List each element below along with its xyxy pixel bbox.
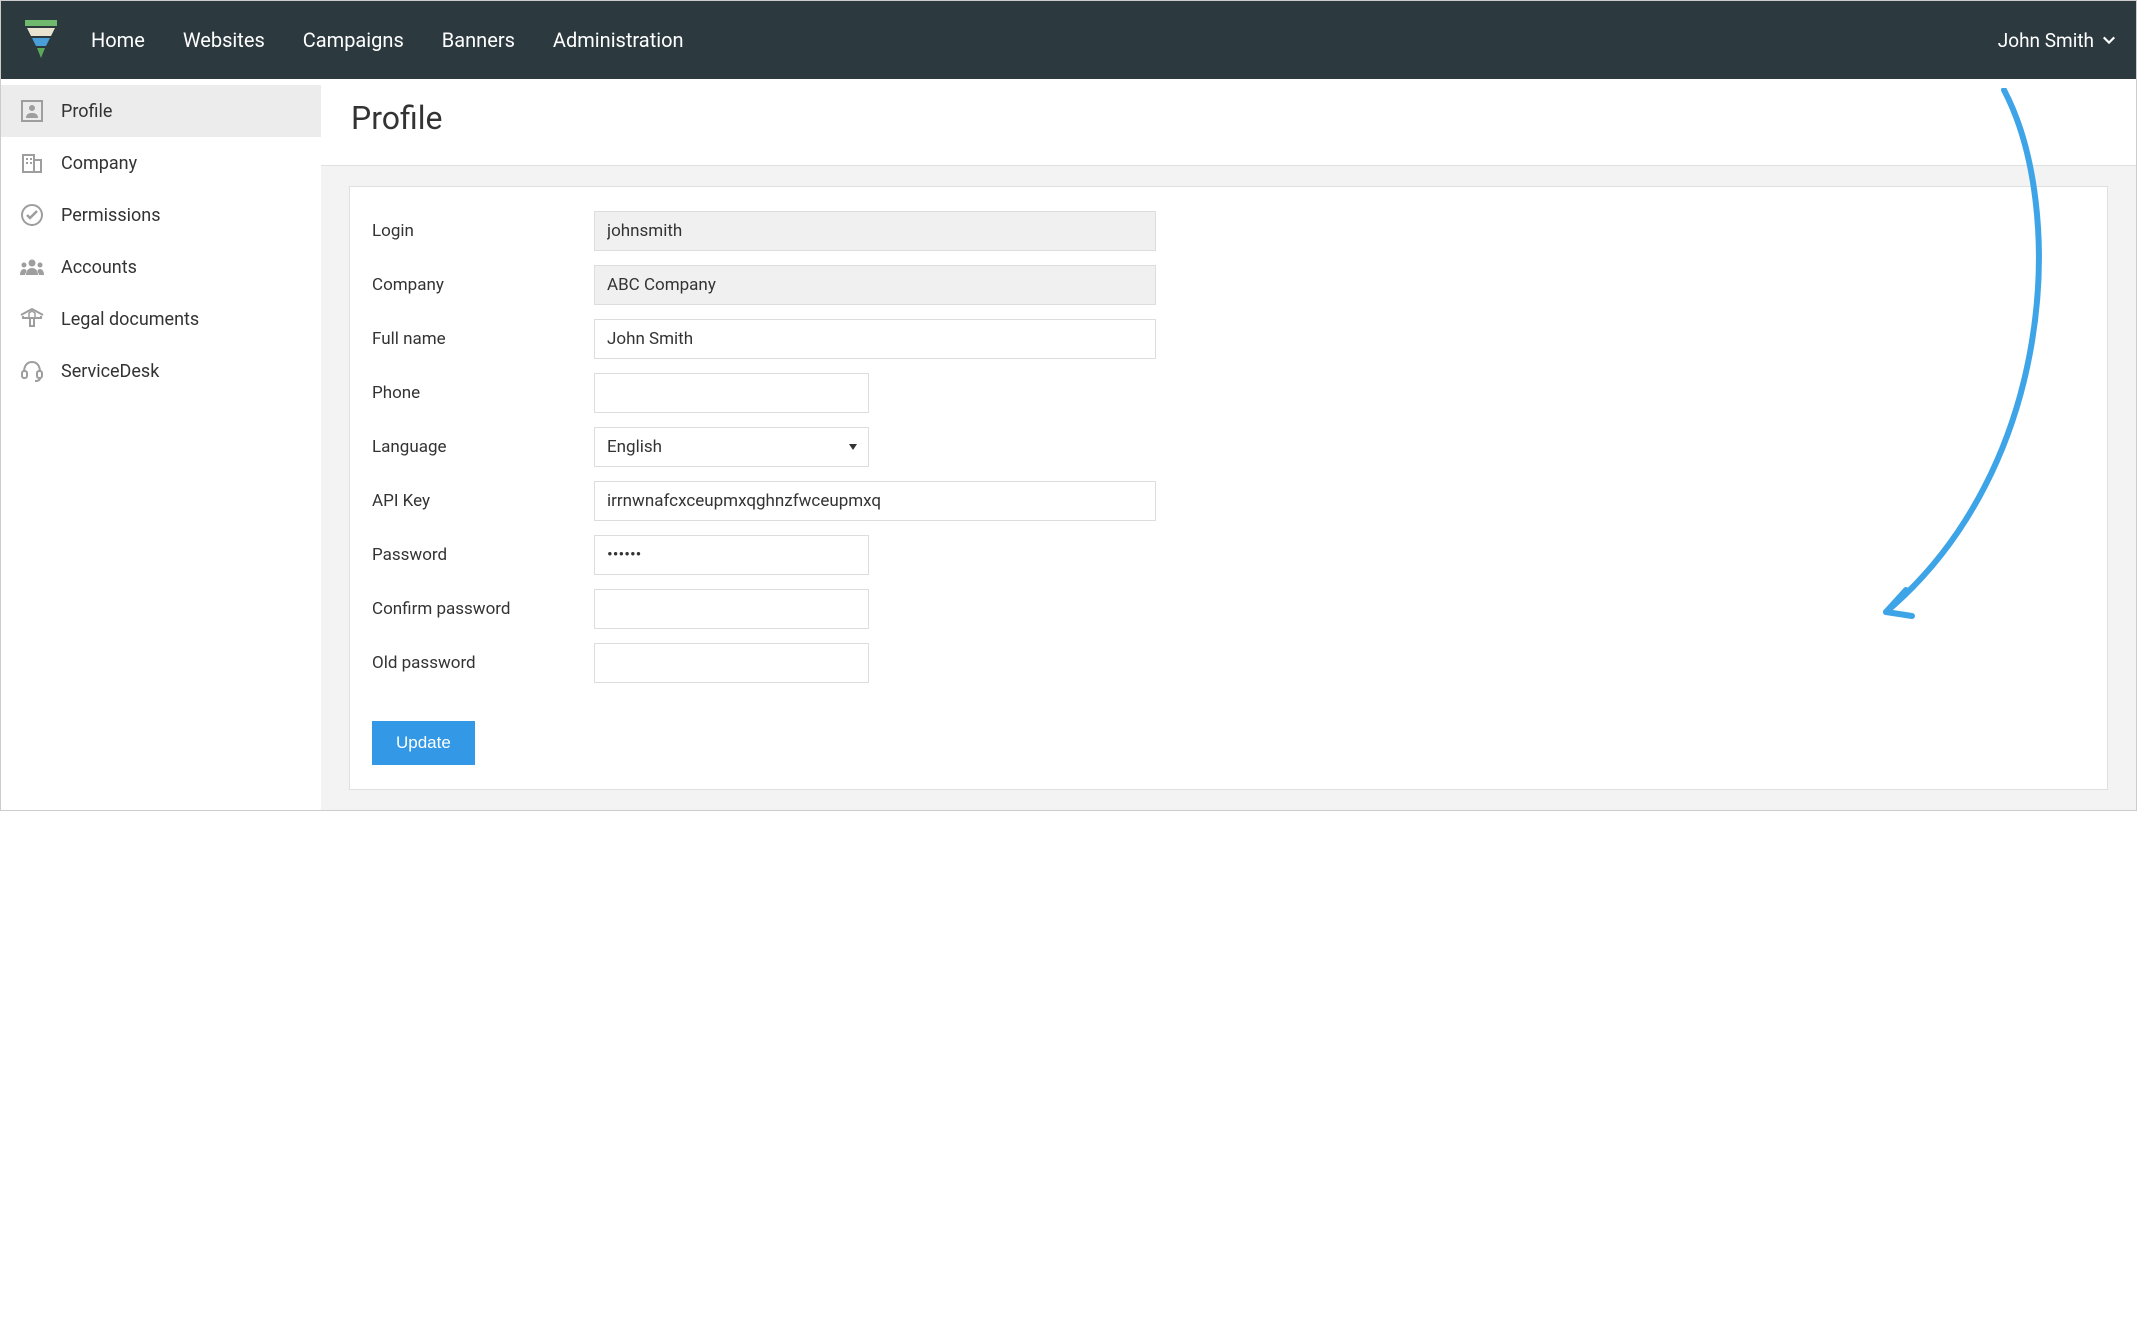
nav-campaigns[interactable]: Campaigns: [303, 28, 404, 52]
form-row-company: Company: [372, 265, 2085, 305]
chevron-down-icon: [2102, 33, 2116, 47]
full-name-input[interactable]: [594, 319, 1156, 359]
user-menu[interactable]: John Smith: [1998, 29, 2116, 52]
content: Profile Login Company Full name: [321, 79, 2136, 810]
sidebar-item-servicedesk[interactable]: ServiceDesk: [1, 345, 321, 397]
sidebar-item-label: Company: [61, 153, 137, 174]
confirm-password-input[interactable]: [594, 589, 869, 629]
permissions-icon: [19, 202, 45, 228]
form-row-phone: Phone: [372, 373, 2085, 413]
sidebar-item-label: Accounts: [61, 257, 137, 278]
form-row-confirm-password: Confirm password: [372, 589, 2085, 629]
sidebar-item-accounts[interactable]: Accounts: [1, 241, 321, 293]
old-password-label: Old password: [372, 653, 594, 673]
company-input: [594, 265, 1156, 305]
user-name: John Smith: [1998, 29, 2094, 52]
form-row-password: Password: [372, 535, 2085, 575]
app-logo[interactable]: [21, 20, 61, 60]
sidebar-item-legal-documents[interactable]: Legal documents: [1, 293, 321, 345]
company-label: Company: [372, 275, 594, 295]
nav-administration[interactable]: Administration: [553, 28, 684, 52]
password-input[interactable]: [594, 535, 869, 575]
accounts-icon: [19, 254, 45, 280]
page-title: Profile: [351, 99, 2106, 137]
password-label: Password: [372, 545, 594, 565]
update-button[interactable]: Update: [372, 721, 475, 765]
form-row-full-name: Full name: [372, 319, 2085, 359]
old-password-input[interactable]: [594, 643, 869, 683]
api-key-label: API Key: [372, 491, 594, 511]
nav-home[interactable]: Home: [91, 28, 145, 52]
form-row-login: Login: [372, 211, 2085, 251]
language-label: Language: [372, 437, 594, 457]
phone-label: Phone: [372, 383, 594, 403]
phone-input[interactable]: [594, 373, 869, 413]
sidebar-item-label: Profile: [61, 101, 112, 122]
legal-icon: [19, 306, 45, 332]
api-key-input[interactable]: [594, 481, 1156, 521]
sidebar-item-profile[interactable]: Profile: [1, 85, 321, 137]
profile-form: Login Company Full name Phone Language: [349, 186, 2108, 790]
servicedesk-icon: [19, 358, 45, 384]
login-label: Login: [372, 221, 594, 241]
login-input: [594, 211, 1156, 251]
full-name-label: Full name: [372, 329, 594, 349]
profile-icon: [19, 98, 45, 124]
topnav: Home Websites Campaigns Banners Administ…: [1, 1, 2136, 79]
sidebar-item-permissions[interactable]: Permissions: [1, 189, 321, 241]
form-row-language: Language English: [372, 427, 2085, 467]
company-icon: [19, 150, 45, 176]
sidebar-item-company[interactable]: Company: [1, 137, 321, 189]
nav-banners[interactable]: Banners: [442, 28, 515, 52]
sidebar-item-label: ServiceDesk: [61, 361, 159, 382]
nav-websites[interactable]: Websites: [183, 28, 265, 52]
form-row-old-password: Old password: [372, 643, 2085, 683]
sidebar: Profile Company Permissions Accounts Leg…: [1, 79, 321, 810]
nav-items: Home Websites Campaigns Banners Administ…: [91, 28, 684, 52]
language-select[interactable]: English: [594, 427, 869, 467]
page-header: Profile: [321, 79, 2136, 166]
sidebar-item-label: Permissions: [61, 205, 161, 226]
form-row-api-key: API Key: [372, 481, 2085, 521]
content-body: Login Company Full name Phone Language: [321, 166, 2136, 810]
confirm-password-label: Confirm password: [372, 599, 594, 619]
sidebar-item-label: Legal documents: [61, 309, 199, 330]
main-layout: Profile Company Permissions Accounts Leg…: [1, 79, 2136, 810]
